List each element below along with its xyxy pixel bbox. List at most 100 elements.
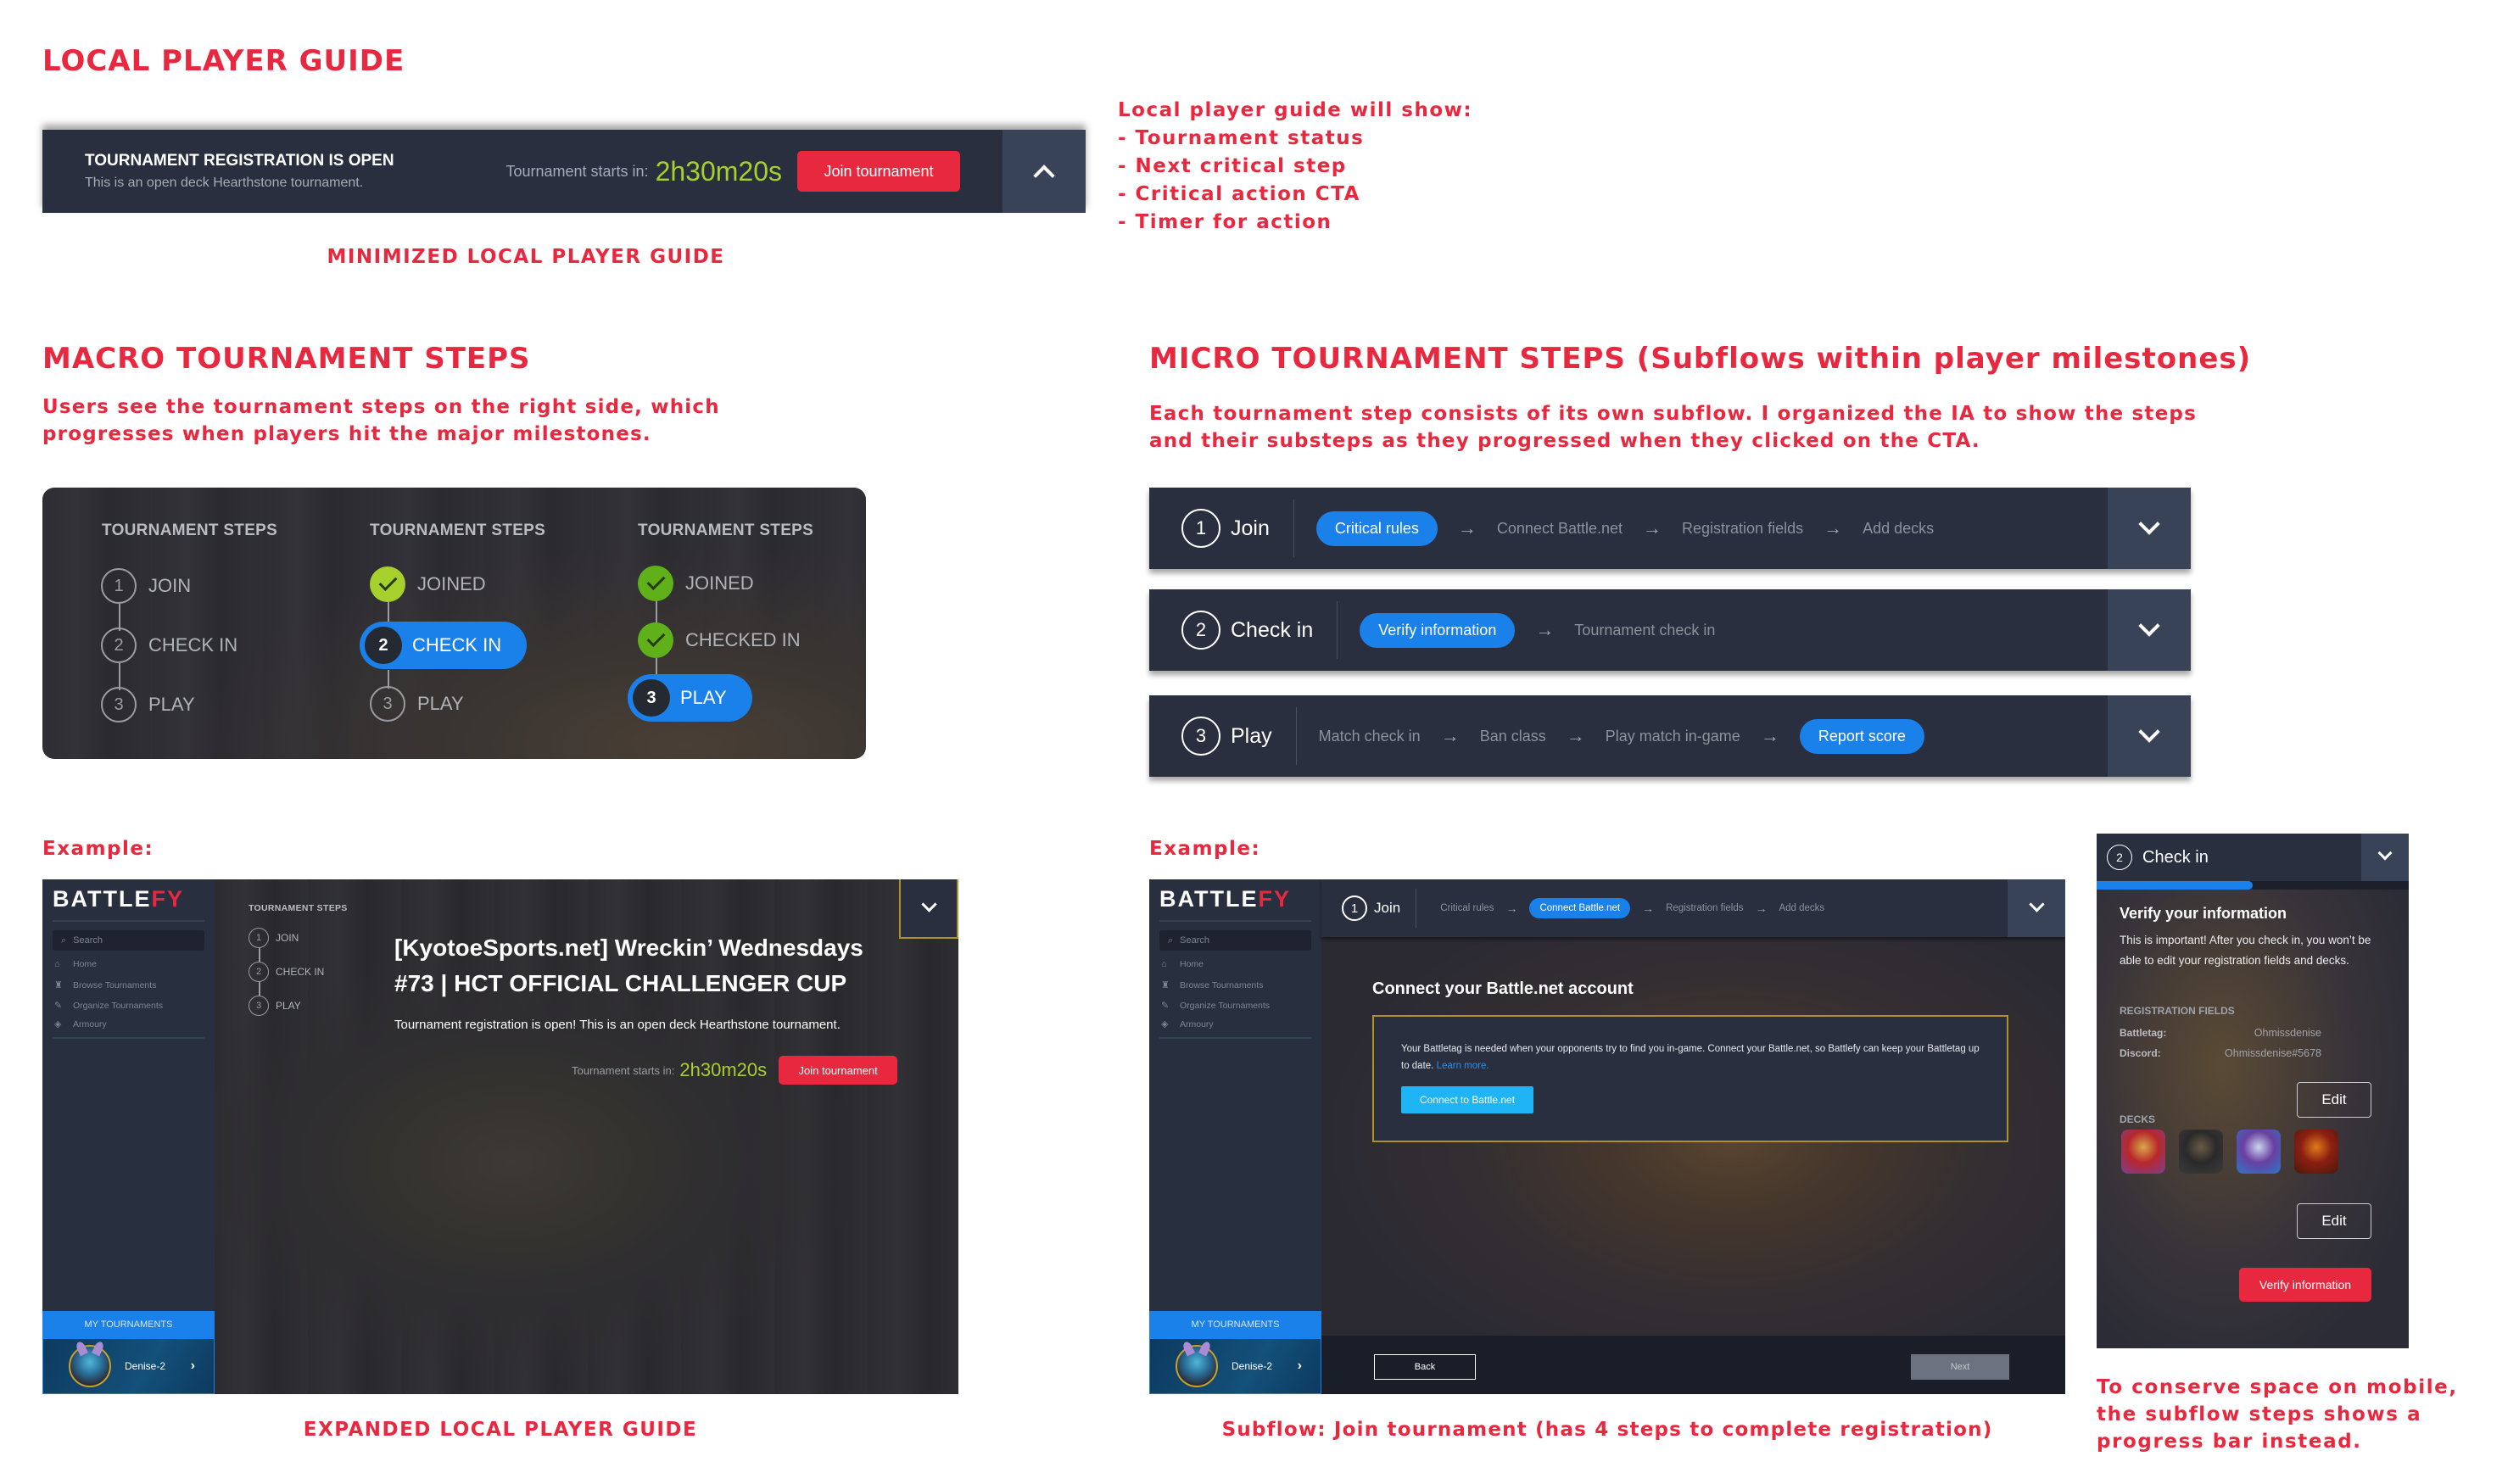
chevron-down-icon (2377, 845, 2393, 861)
substep-tournament-check-in[interactable]: Tournament check in (1574, 622, 1715, 639)
steps-title: TOURNAMENT STEPS (370, 522, 546, 539)
learn-more-link[interactable]: Learn more. (1437, 1061, 1489, 1071)
arrow-right-icon: → (1457, 517, 1477, 538)
substep-critical-rules[interactable]: Critical rules (1315, 510, 1438, 546)
connect-battlenet-button[interactable]: Connect to Battle.net (1401, 1086, 1533, 1113)
substeps: Match check in → Ban class → Play match … (1319, 718, 2108, 754)
notes-line: - Critical action CTA (1118, 183, 1360, 205)
nav-organize-tournaments[interactable]: ✎ Organize Tournaments (54, 1000, 163, 1012)
substep-report-score[interactable]: Report score (1799, 718, 1924, 754)
substep-connect-battlenet[interactable]: Connect Battle.net (1529, 898, 1631, 918)
expand-toggle[interactable] (2008, 879, 2065, 937)
edit-decks-button[interactable]: Edit (2297, 1203, 2371, 1239)
step-number: 3 (370, 686, 405, 722)
my-tournaments-button[interactable]: MY TOURNAMENTS (42, 1311, 215, 1338)
micro-row-join: 1 Join Critical rules → Connect Battle.n… (1149, 488, 2191, 569)
nav-armoury[interactable]: ◈ Armoury (1161, 1018, 1214, 1030)
deck-portrait[interactable] (2121, 1130, 2165, 1174)
substep-match-check-in[interactable]: Match check in (1319, 728, 1421, 745)
expand-guide-toggle[interactable] (1003, 130, 1086, 213)
nav-home[interactable]: ⌂ Home (54, 959, 97, 969)
macro-step-join: 1 JOIN (101, 568, 191, 604)
step-connector (259, 982, 260, 996)
substep-play-match[interactable]: Play match in-game (1606, 728, 1740, 745)
step-label: JOIN (276, 932, 299, 944)
tournament-steps: TOURNAMENT STEPS (249, 903, 348, 913)
tournament-status: TOURNAMENT REGISTRATION IS OPEN (85, 152, 394, 170)
substeps: Verify information → Tournament check in (1360, 612, 2108, 648)
username: Denise-2 (125, 1360, 166, 1372)
expand-toggle[interactable] (2108, 695, 2191, 777)
expand-toggle[interactable] (2361, 834, 2409, 881)
search-input[interactable]: ⌕ Search (53, 930, 204, 951)
next-button[interactable]: Next (1911, 1354, 2009, 1380)
edit-fields-button[interactable]: Edit (2297, 1082, 2371, 1118)
divider (1337, 601, 1338, 659)
minimized-guide-caption: MINIMIZED LOCAL PLAYER GUIDE (327, 246, 725, 268)
substep-add-decks[interactable]: Add decks (1779, 903, 1824, 913)
local-guide-heading: LOCAL PLAYER GUIDE (42, 44, 405, 78)
deck-portrait[interactable] (2237, 1130, 2281, 1174)
step-number: 2 (2107, 845, 2132, 870)
expand-toggle[interactable] (2108, 488, 2191, 569)
tournament-subtitle: This is an open deck Hearthstone tournam… (85, 176, 364, 190)
back-button[interactable]: Back (1374, 1354, 1476, 1380)
macro-heading: MACRO TOURNAMENT STEPS (42, 342, 531, 376)
steps-title: TOURNAMENT STEPS (249, 903, 348, 913)
substep-ban-class[interactable]: Ban class (1480, 728, 1546, 745)
notes-line: Local player guide will show: (1118, 99, 1473, 121)
step-connector (259, 948, 260, 962)
active-step-pill: 3 PLAY (628, 674, 752, 722)
trophy-icon: ♜ (1161, 980, 1170, 990)
nav-browse-tournaments[interactable]: ♜ Browse Tournaments (1161, 979, 1263, 991)
divider (1159, 920, 1311, 922)
nav-browse-tournaments[interactable]: ♜ Browse Tournaments (54, 979, 156, 991)
join-tournament-button[interactable]: Join tournament (797, 151, 960, 192)
step-name: Play (1231, 723, 1272, 748)
battlefy-logo[interactable]: BATTLEFY (53, 886, 184, 912)
macro-step-checkin-active: 2 CHECK IN (360, 622, 528, 669)
step-number: 3 (249, 996, 269, 1016)
substep-registration-fields[interactable]: Registration fields (1666, 903, 1743, 913)
decks-heading: DECKS (2120, 1113, 2156, 1125)
step-join: 1 JOIN (249, 928, 299, 948)
search-input[interactable]: ⌕ Search (1159, 930, 1311, 951)
deck-portrait[interactable] (2179, 1130, 2223, 1174)
arrow-right-icon: → (1566, 725, 1585, 746)
card-text: Your Battletag is needed when your oppon… (1401, 1044, 1980, 1071)
shield-icon: ◈ (54, 1019, 62, 1029)
checkmark-icon (638, 622, 673, 658)
substep-critical-rules[interactable]: Critical rules (1440, 903, 1494, 913)
battlefy-logo[interactable]: BATTLEFY (1159, 886, 1291, 912)
join-tournament-button[interactable]: Join tournament (779, 1056, 898, 1085)
step-checkin: 2 CHECK IN (249, 962, 324, 982)
example-label-right: Example: (1149, 838, 1261, 860)
substep-add-decks[interactable]: Add decks (1863, 520, 1934, 538)
step-label: PLAY (417, 693, 464, 714)
timer-value: 2h30m20s (655, 155, 782, 187)
user-card[interactable]: Denise-2 › (1149, 1338, 1321, 1394)
steps-title: TOURNAMENT STEPS (638, 522, 814, 539)
step-number: 2 (365, 627, 402, 664)
progress-fill (2097, 881, 2253, 890)
my-tournaments-button[interactable]: MY TOURNAMENTS (1149, 1311, 1321, 1338)
step-number: 2 (101, 628, 137, 663)
nav-armoury[interactable]: ◈ Armoury (54, 1018, 107, 1030)
subflow-caption: Subflow: Join tournament (has 4 steps to… (1221, 1419, 1993, 1441)
verify-information-button[interactable]: Verify information (2239, 1268, 2371, 1302)
user-card[interactable]: Denise-2 › (42, 1338, 215, 1394)
step-number: 1 (1342, 895, 1367, 921)
nav-organize-tournaments[interactable]: ✎ Organize Tournaments (1161, 1000, 1270, 1012)
field-label-discord: Discord: (2120, 1047, 2161, 1059)
substep-verify-information[interactable]: Verify information (1360, 612, 1516, 648)
expanded-guide-caption: EXPANDED LOCAL PLAYER GUIDE (303, 1419, 698, 1441)
nav-home[interactable]: ⌂ Home (1161, 959, 1204, 969)
substep-connect-battlenet[interactable]: Connect Battle.net (1497, 520, 1623, 538)
substep-registration-fields[interactable]: Registration fields (1682, 520, 1803, 538)
deck-portrait[interactable] (2294, 1130, 2338, 1174)
registration-fields-heading: REGISTRATION FIELDS (2120, 1005, 2235, 1017)
collapse-guide-toggle[interactable] (899, 879, 958, 939)
expand-toggle[interactable] (2108, 589, 2191, 671)
row-lead: 3 Play (1149, 695, 1296, 777)
avatar (69, 1345, 111, 1387)
